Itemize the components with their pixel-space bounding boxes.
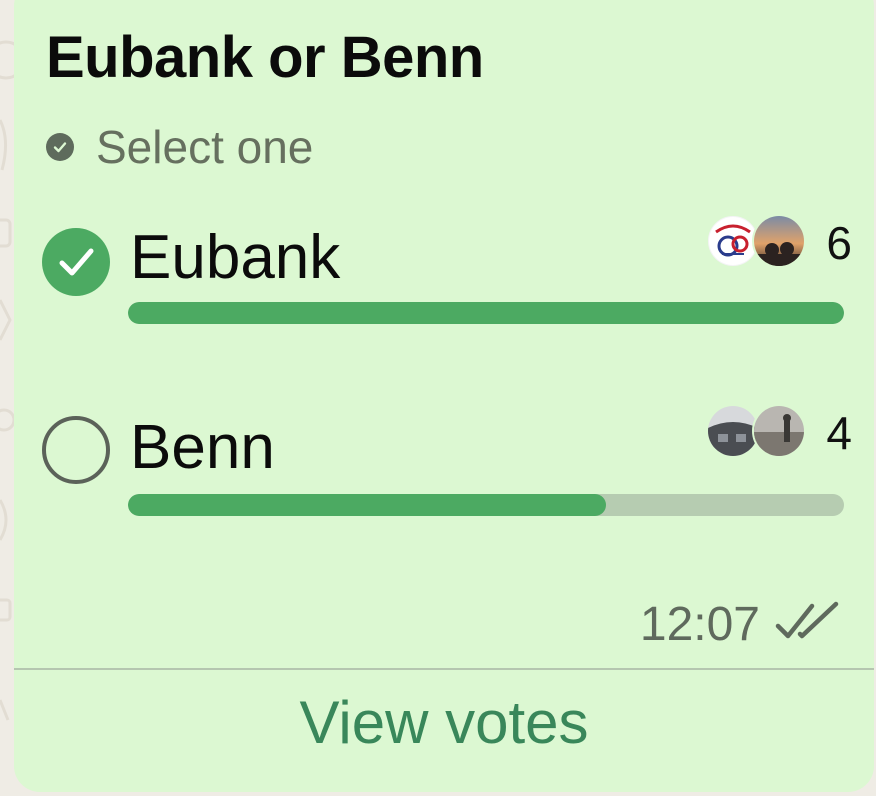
poll-option-label: Eubank (130, 223, 341, 292)
poll-option-benn[interactable]: Benn 4 (42, 404, 852, 546)
check-circle-icon (46, 133, 74, 161)
voter-avatars[interactable] (706, 214, 806, 268)
sunset-photo-avatar (752, 214, 806, 268)
poll-message-bubble: Eubank or Benn Select one Eubank 6 Benn … (14, 0, 874, 792)
poll-instruction: Select one (46, 120, 313, 174)
beach-photo-avatar (752, 404, 806, 458)
vote-progress-fill (128, 494, 606, 516)
poll-option-label: Benn (130, 413, 275, 482)
radio-unchecked-icon[interactable] (42, 416, 110, 484)
poll-title: Eubank or Benn (46, 25, 484, 90)
vote-count: 4 (826, 407, 852, 459)
divider (14, 668, 874, 670)
message-meta: 12:07 (640, 597, 842, 652)
vote-progress-bar (128, 302, 844, 324)
vote-progress-bar (128, 494, 844, 516)
vote-progress-fill (128, 302, 844, 324)
poll-instruction-text: Select one (96, 121, 314, 173)
message-timestamp: 12:07 (639, 598, 760, 651)
view-votes-button[interactable]: View votes (14, 688, 874, 757)
vote-count: 6 (826, 217, 852, 269)
double-check-read-icon (774, 600, 842, 649)
voter-avatars[interactable] (706, 404, 806, 458)
radio-checked-icon[interactable] (42, 228, 110, 296)
poll-option-eubank[interactable]: Eubank 6 (42, 214, 852, 358)
